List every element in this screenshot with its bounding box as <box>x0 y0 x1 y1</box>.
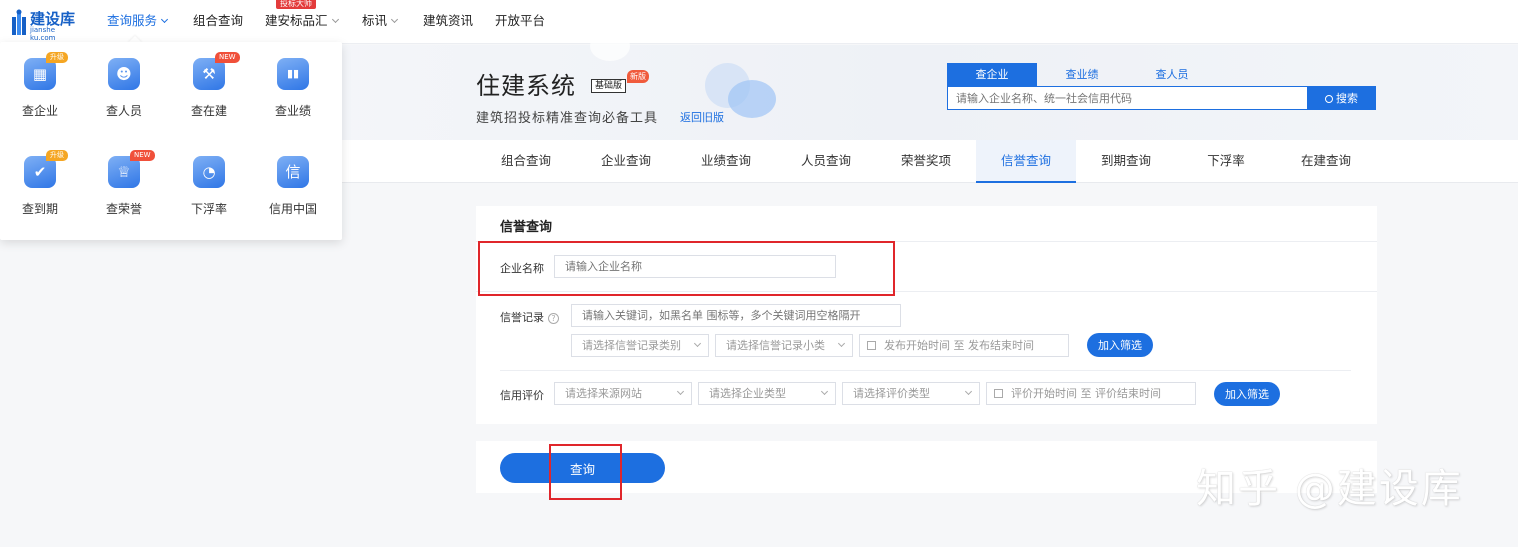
add-credit-rating-filter-button[interactable]: 加入筛选 <box>1214 382 1280 406</box>
back-to-old-version-link[interactable]: 返回旧版 <box>680 109 724 125</box>
chevron-down-icon <box>820 387 829 396</box>
search-button[interactable]: 搜索 <box>1307 86 1376 110</box>
search-icon <box>1325 95 1333 103</box>
menu-item-discount-rate[interactable]: ◔ 下浮率 <box>169 156 249 226</box>
credit-query-form: 信誉查询 企业名称 信誉记录? 请选择信誉记录类别 请选择信誉记录小类 发布开始… <box>476 206 1377 424</box>
credit-record-label: 信誉记录? <box>500 309 559 325</box>
people-icon: ☻ <box>108 58 140 90</box>
watermark: 知乎 @建设库 <box>1196 466 1463 512</box>
tab-credit-query[interactable]: 信誉查询 <box>976 140 1076 183</box>
logo[interactable]: 建设库 jianshe ku.com <box>10 7 82 42</box>
nav-bid-products[interactable]: 建安标品汇 <box>265 10 339 29</box>
basic-version-tag: 基础版 <box>591 79 627 93</box>
pie-chart-icon: ◔ <box>193 156 225 188</box>
page-subtitle: 建筑招投标精准查询必备工具 <box>476 111 659 126</box>
chevron-down-icon <box>390 15 399 24</box>
menu-item-company[interactable]: ▦ 升级 查企业 <box>0 52 80 128</box>
publish-date-range[interactable]: 发布开始时间 至 发布结束时间 <box>859 334 1069 357</box>
credit-category-select[interactable]: 请选择信誉记录类别 <box>571 334 709 357</box>
query-services-dropdown: ▦ 升级 查企业 ☻ 查人员 ⚒ NEW 查在建 ▮▮ 查业绩 ✔ 升级 查到期… <box>0 42 342 240</box>
rating-date-range[interactable]: 评价开始时间 至 评价结束时间 <box>986 382 1196 405</box>
chevron-down-icon <box>160 15 169 24</box>
calendar-icon <box>994 389 1003 398</box>
tab-company-query[interactable]: 企业查询 <box>576 140 676 183</box>
highlight-box <box>478 241 895 296</box>
tab-discount-rate[interactable]: 下浮率 <box>1176 140 1276 183</box>
nav-construction-news[interactable]: 建筑资讯 <box>423 10 473 29</box>
search-tab-personnel[interactable]: 查人员 <box>1127 63 1217 86</box>
help-icon[interactable]: ? <box>548 313 559 324</box>
tab-expiry-query[interactable]: 到期查询 <box>1076 140 1176 183</box>
tab-honors[interactable]: 荣誉奖项 <box>876 140 976 183</box>
decor-bubble <box>590 31 630 61</box>
calendar-icon <box>867 341 876 350</box>
nav-combined-query[interactable]: 组合查询 <box>193 10 243 29</box>
chevron-down-icon <box>837 339 846 348</box>
rating-type-select[interactable]: 请选择评价类型 <box>842 382 980 405</box>
tab-personnel-query[interactable]: 人员查询 <box>776 140 876 183</box>
divider <box>500 370 1351 371</box>
add-credit-record-filter-button[interactable]: 加入筛选 <box>1087 333 1153 357</box>
search-tab-company[interactable]: 查企业 <box>947 63 1037 86</box>
logo-mark-icon <box>12 9 26 35</box>
chevron-down-icon <box>693 339 702 348</box>
upgrade-badge: 升级 <box>46 150 68 161</box>
menu-item-expiry[interactable]: ✔ 升级 查到期 <box>0 150 80 226</box>
decor-bubble <box>728 80 776 118</box>
top-nav: 建设库 jianshe ku.com 投标大师 查询服务 组合查询 建安标品汇 … <box>0 0 1518 44</box>
new-badge: NEW <box>130 150 155 161</box>
chevron-down-icon <box>676 387 685 396</box>
chevron-down-icon <box>964 387 973 396</box>
nav-query-services[interactable]: 查询服务 <box>107 10 169 29</box>
bar-chart-icon: ▮▮ <box>277 58 309 90</box>
menu-item-people[interactable]: ☻ 查人员 <box>84 58 164 128</box>
company-type-select[interactable]: 请选择企业类型 <box>698 382 836 405</box>
tab-under-construction[interactable]: 在建查询 <box>1276 140 1376 183</box>
menu-item-honors[interactable]: ♕ NEW 查荣誉 <box>84 150 164 226</box>
search-input[interactable] <box>947 86 1308 110</box>
credit-keyword-input[interactable] <box>571 304 901 327</box>
tab-combined-query[interactable]: 组合查询 <box>476 140 576 183</box>
credit-icon: 信 <box>277 156 309 188</box>
menu-item-performance[interactable]: ▮▮ 查业绩 <box>253 58 333 128</box>
tab-performance-query[interactable]: 业绩查询 <box>676 140 776 183</box>
source-site-select[interactable]: 请选择来源网站 <box>554 382 692 405</box>
nav-bid-news[interactable]: 标讯 <box>362 10 399 29</box>
credit-rating-label: 信用评价 <box>500 389 544 402</box>
menu-item-under-construction[interactable]: ⚒ NEW 查在建 <box>169 52 249 128</box>
credit-subcategory-select[interactable]: 请选择信誉记录小类 <box>715 334 853 357</box>
form-title: 信誉查询 <box>500 220 553 235</box>
menu-item-credit-china[interactable]: 信 信用中国 <box>253 156 333 226</box>
upgrade-badge: 升级 <box>46 52 68 63</box>
page-title: 住建系统 <box>476 72 576 100</box>
nav-open-platform[interactable]: 开放平台 <box>495 10 545 29</box>
new-badge: NEW <box>215 52 240 63</box>
logo-domain: jianshe ku.com <box>30 26 56 42</box>
chevron-down-icon <box>331 15 339 24</box>
hot-badge: 投标大师 <box>276 0 316 9</box>
search-tab-performance[interactable]: 查业绩 <box>1037 63 1127 86</box>
highlight-box <box>549 444 622 500</box>
new-version-badge: 新版 <box>627 70 649 83</box>
